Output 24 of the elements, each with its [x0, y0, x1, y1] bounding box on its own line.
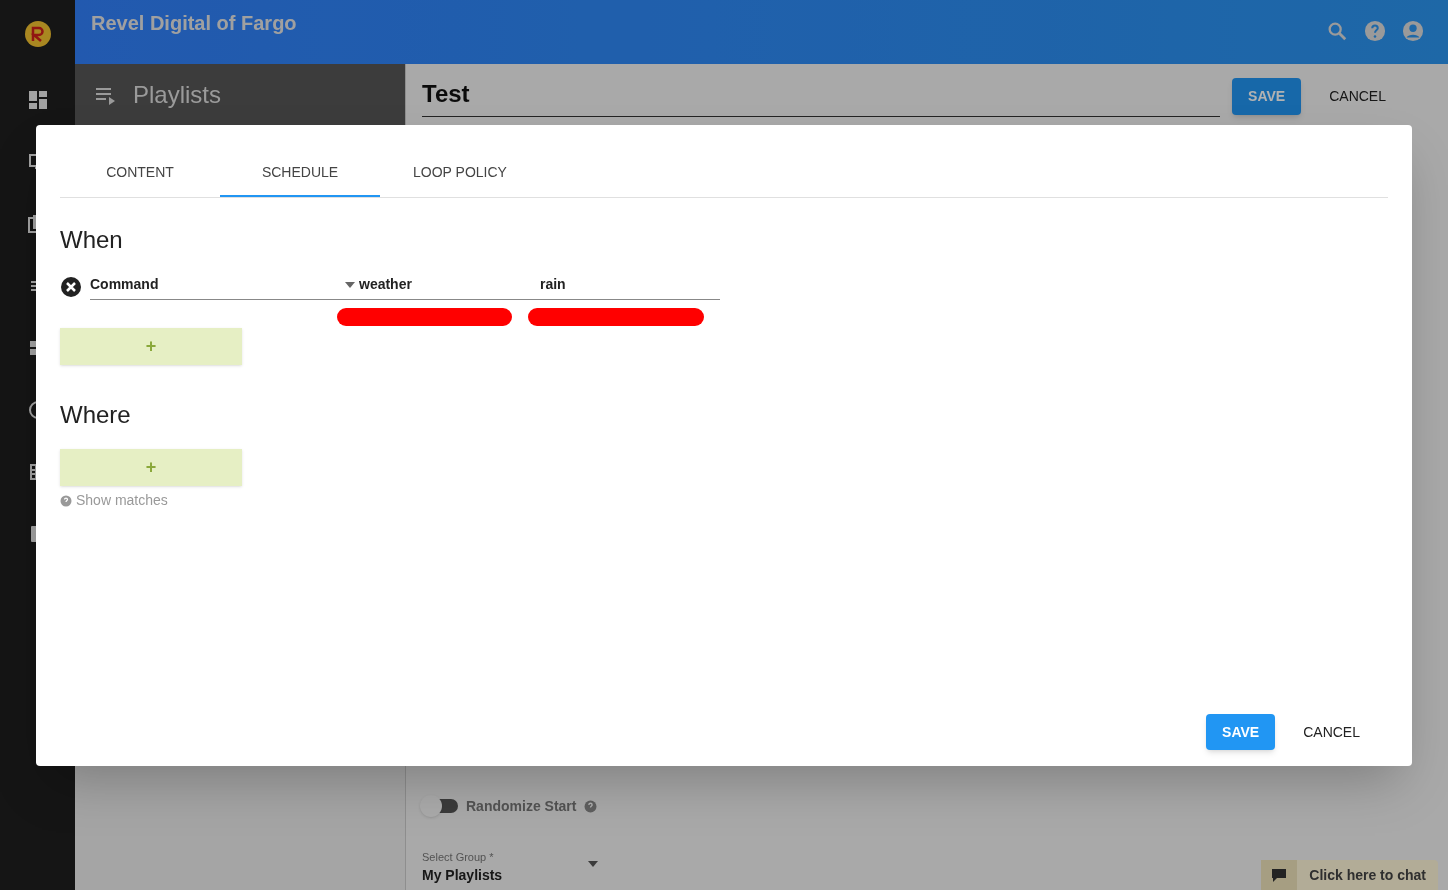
group-select[interactable]: Select Group * My Playlists — [422, 848, 598, 890]
operator-dropdown[interactable]: weather — [345, 274, 540, 295]
tab[interactable]: SCHEDULE — [220, 149, 380, 197]
header-title: Revel Digital of Fargo — [91, 11, 297, 36]
panel-title: Playlists — [133, 80, 222, 110]
caret-icon — [588, 860, 598, 867]
tab[interactable]: CONTENT — [60, 149, 220, 197]
help-icon[interactable] — [584, 799, 598, 813]
dashboard-icon[interactable] — [27, 90, 48, 110]
caret-icon — [345, 281, 355, 288]
remove-icon[interactable] — [60, 276, 82, 298]
section-heading: Where — [60, 400, 132, 430]
chat-icon — [1271, 867, 1288, 883]
section-heading: When — [60, 225, 124, 255]
condition-field[interactable]: Command — [90, 274, 345, 295]
cancel-button[interactable]: CANCEL — [1287, 714, 1376, 750]
value-field[interactable]: rain — [540, 274, 566, 295]
logo-icon[interactable] — [23, 20, 52, 48]
playlist-name-field[interactable]: Test — [422, 76, 1221, 117]
chat-button[interactable]: Click here to chat — [1261, 860, 1438, 890]
help-icon — [60, 494, 72, 507]
tab[interactable]: LOOP POLICY — [380, 149, 540, 197]
randomize-label: Randomize Start — [466, 796, 577, 816]
cancel-button[interactable]: CANCEL — [1313, 78, 1402, 115]
